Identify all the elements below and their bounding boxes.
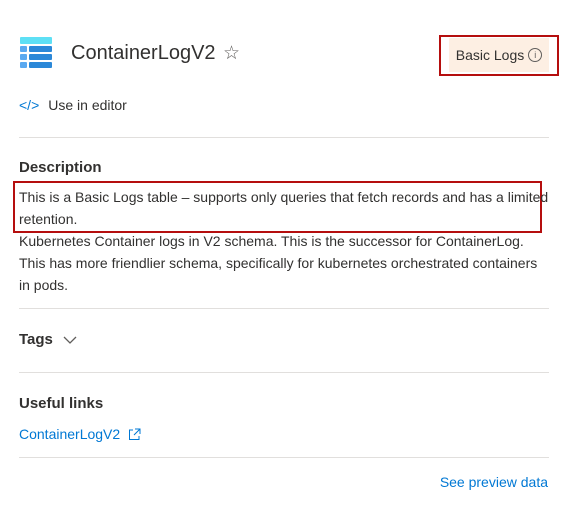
table-icon	[19, 36, 53, 70]
divider	[19, 308, 549, 309]
use-in-editor-button[interactable]: </> Use in editor	[19, 97, 127, 113]
page-title: ContainerLogV2	[71, 42, 216, 64]
useful-links-heading: Useful links	[19, 395, 104, 412]
description-highlight: This is a Basic Logs table – supports on…	[19, 189, 549, 227]
use-in-editor-label: Use in editor	[48, 97, 127, 113]
star-icon[interactable]: ☆	[223, 42, 240, 65]
basic-logs-badge[interactable]: Basic Logs i	[449, 38, 549, 72]
containerlogv2-link[interactable]: ContainerLogV2	[19, 426, 141, 442]
external-link-icon	[129, 428, 141, 440]
info-icon[interactable]: i	[528, 48, 543, 62]
see-preview-data-link[interactable]: See preview data	[440, 474, 548, 490]
divider	[19, 137, 549, 138]
tags-toggle[interactable]: Tags	[19, 331, 77, 348]
divider	[19, 372, 549, 373]
description-body: Kubernetes Container logs in V2 schema. …	[19, 233, 538, 293]
badge-label: Basic Logs	[455, 47, 525, 63]
code-icon: </>	[19, 97, 40, 113]
divider	[19, 457, 549, 458]
tags-label: Tags	[19, 331, 53, 348]
description-heading: Description	[19, 159, 102, 176]
description-text: This is a Basic Logs table – supports on…	[19, 186, 549, 296]
chevron-down-icon	[63, 336, 77, 344]
link-label: ContainerLogV2	[19, 426, 121, 442]
